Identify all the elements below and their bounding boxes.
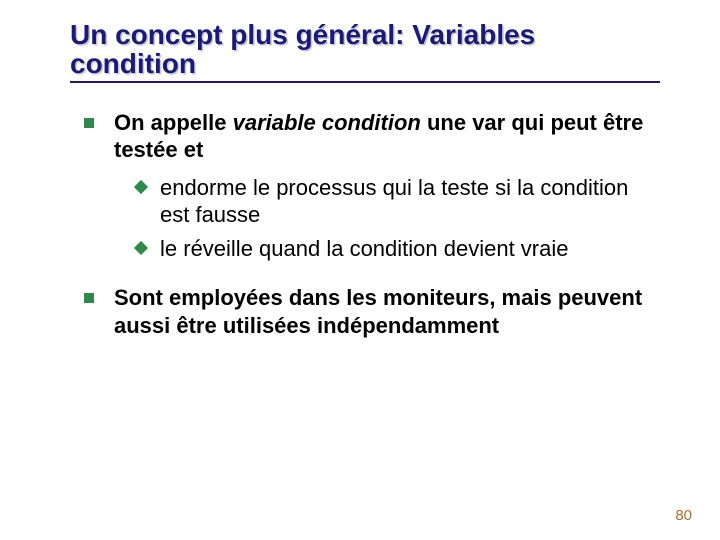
square-bullet-icon bbox=[84, 118, 94, 128]
square-bullet-icon bbox=[84, 293, 94, 303]
bullet-2-text: Sont employées dans les moniteurs, mais … bbox=[114, 285, 642, 338]
bullet-1-em: variable condition bbox=[233, 110, 421, 135]
slide-title: Un concept plus général: Variables condi… bbox=[70, 20, 660, 83]
sub-1-lead: endorme bbox=[160, 175, 247, 200]
sub-2-lead: le bbox=[160, 236, 177, 261]
bullet-list: On appelle variable condition une var qu… bbox=[70, 109, 660, 340]
page-number: 80 bbox=[675, 507, 692, 524]
slide: Un concept plus général: Variables condi… bbox=[0, 0, 720, 540]
sub-item-2: le réveille quand la condition devient v… bbox=[136, 235, 660, 263]
diamond-bullet-icon bbox=[134, 241, 148, 255]
sub-2-rest: réveille quand la condition devient vrai… bbox=[177, 236, 568, 261]
sub-item-1: endorme le processus qui la teste si la … bbox=[136, 174, 660, 229]
diamond-bullet-icon bbox=[134, 180, 148, 194]
bullet-item-2: Sont employées dans les moniteurs, mais … bbox=[84, 284, 660, 339]
sub-list-1: endorme le processus qui la teste si la … bbox=[114, 174, 660, 263]
bullet-1-pre: On appelle bbox=[114, 110, 233, 135]
bullet-item-1: On appelle variable condition une var qu… bbox=[84, 109, 660, 263]
